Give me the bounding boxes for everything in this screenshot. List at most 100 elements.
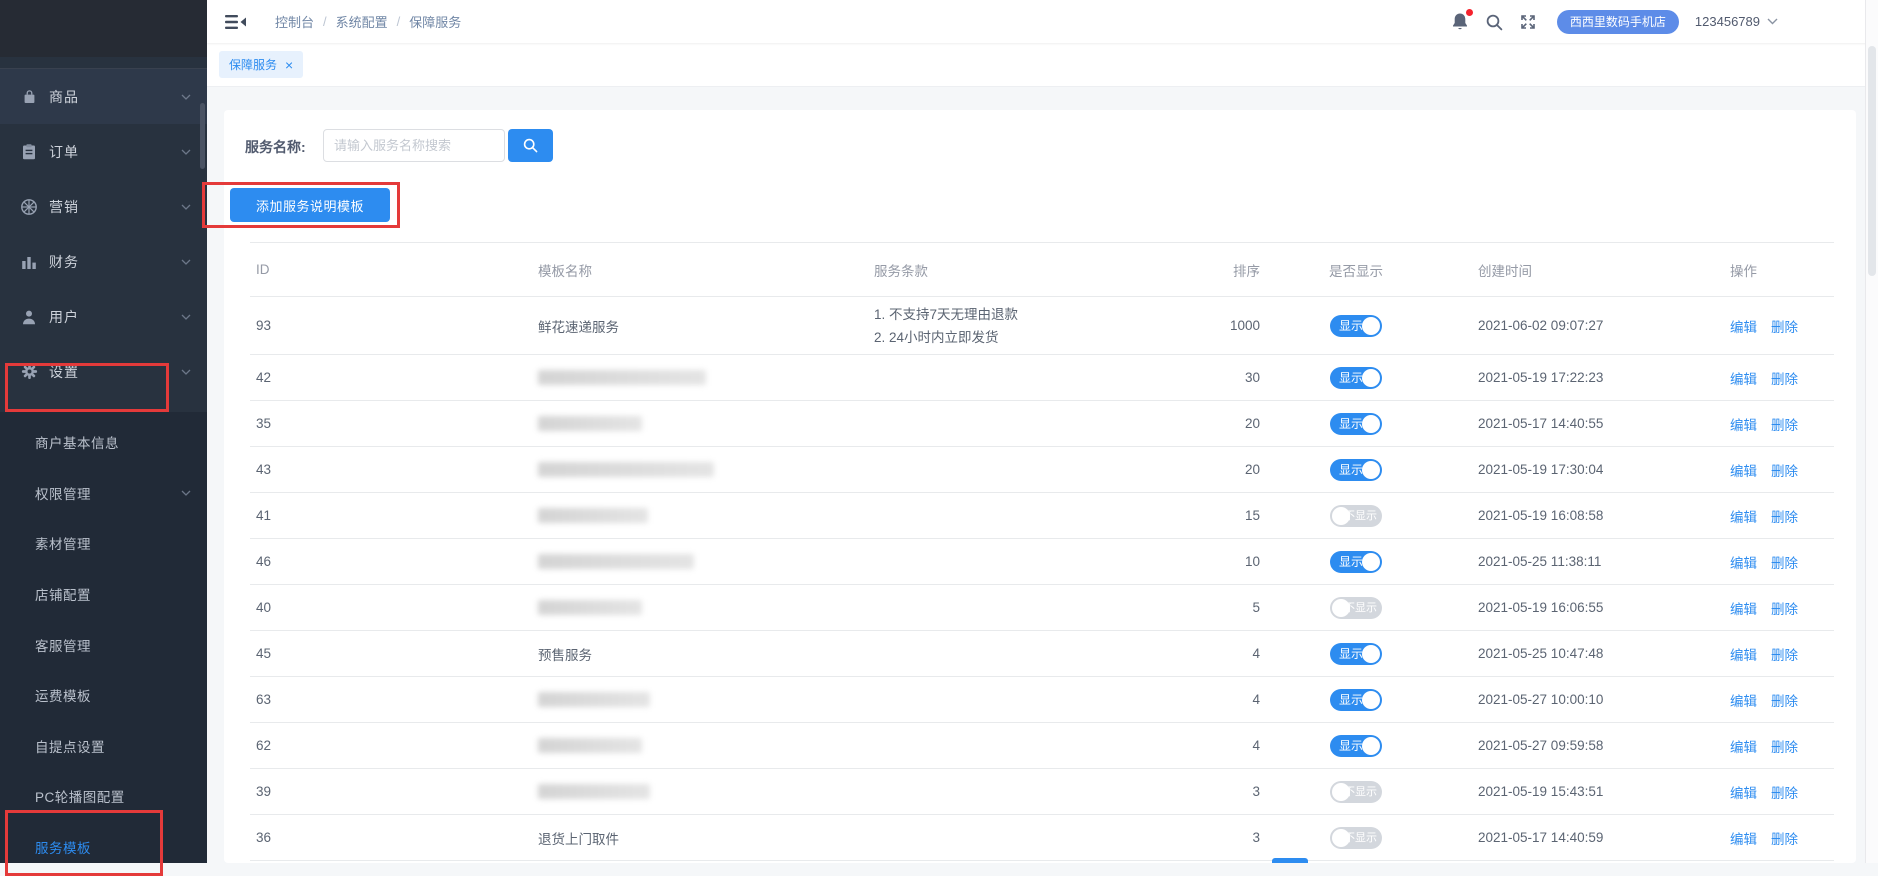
sidebar-item-goods[interactable]: 商品 <box>0 69 207 124</box>
account-menu[interactable]: 123456789 <box>1695 14 1778 29</box>
sidebar-submenu: 商户基本信息 权限管理 素材管理 店铺配置 客服管理 运费模板 自提点设置 PC轮播图配置 服务… <box>0 412 207 863</box>
sidebar-item-marketing[interactable]: 营销 <box>0 179 207 234</box>
sidebar-item-users[interactable]: 用户 <box>0 289 207 344</box>
cell-visibility: 显示 <box>1282 688 1430 711</box>
shop-name-badge[interactable]: 西西里数码手机店 <box>1556 9 1679 34</box>
column-header-5: 是否显示 <box>1329 263 1383 279</box>
edit-link[interactable]: 编辑 <box>1730 694 1757 709</box>
delete-link[interactable]: 删除 <box>1771 556 1798 571</box>
cell-created-time: 2021-05-17 14:40:55 <box>1478 416 1604 431</box>
visibility-toggle[interactable]: 显示 <box>1330 550 1382 573</box>
menu-collapse-icon[interactable] <box>225 14 247 30</box>
page-scrollbar[interactable] <box>1865 0 1878 863</box>
sidebar-subitem-customer-service[interactable]: 客服管理 <box>0 619 207 670</box>
table-row: 35 20 显示 2021-05-17 14:40:55 编辑 删除 <box>250 401 1834 447</box>
edit-link[interactable]: 编辑 <box>1730 786 1757 801</box>
search-button[interactable] <box>508 129 553 162</box>
column-header-2: 模板名称 <box>538 263 592 279</box>
delete-link[interactable]: 删除 <box>1771 510 1798 525</box>
delete-link[interactable]: 删除 <box>1771 786 1798 801</box>
cell-sort: 1000 <box>1229 318 1260 333</box>
visibility-toggle[interactable]: 不显示 <box>1330 596 1382 619</box>
chevron-down-icon <box>181 369 191 375</box>
search-icon[interactable] <box>1485 13 1503 31</box>
visibility-toggle[interactable]: 显示 <box>1330 366 1382 389</box>
sidebar-subitem-service-template[interactable]: 服务模板 <box>0 822 207 873</box>
edit-link[interactable]: 编辑 <box>1730 372 1757 387</box>
cell-visibility: 不显示 <box>1282 826 1430 849</box>
delete-link[interactable]: 删除 <box>1771 372 1798 387</box>
visibility-toggle[interactable]: 显示 <box>1330 314 1382 337</box>
redacted-name <box>538 416 642 432</box>
cell-visibility: 显示 <box>1282 550 1430 573</box>
breadcrumb-item[interactable]: 系统配置 <box>336 12 388 31</box>
visibility-toggle[interactable]: 显示 <box>1330 688 1382 711</box>
bag-icon <box>18 88 40 106</box>
sidebar-subitem-pc-carousel[interactable]: PC轮播图配置 <box>0 771 207 822</box>
visibility-toggle[interactable]: 不显示 <box>1330 826 1382 849</box>
breadcrumb-separator: / <box>396 14 401 29</box>
sidebar-subitem-permission[interactable]: 权限管理 <box>0 468 207 519</box>
page-scrollbar-thumb[interactable] <box>1868 46 1876 276</box>
delete-link[interactable]: 删除 <box>1771 694 1798 709</box>
sidebar-subitem-freight-template[interactable]: 运费模板 <box>0 670 207 721</box>
edit-link[interactable]: 编辑 <box>1730 556 1757 571</box>
sidebar-subitem-merchant-info[interactable]: 商户基本信息 <box>0 417 207 468</box>
edit-link[interactable]: 编辑 <box>1730 418 1757 433</box>
cell-created-time: 2021-05-19 16:06:55 <box>1478 600 1604 615</box>
visibility-toggle[interactable]: 不显示 <box>1330 504 1382 527</box>
sidebar-subitem-material[interactable]: 素材管理 <box>0 518 207 569</box>
bell-icon[interactable] <box>1451 9 1473 31</box>
sidebar-item-orders[interactable]: 订单 <box>0 124 207 179</box>
breadcrumb-item[interactable]: 保障服务 <box>409 12 461 31</box>
sidebar-subitem-pickup-point[interactable]: 自提点设置 <box>0 721 207 772</box>
delete-link[interactable]: 删除 <box>1771 648 1798 663</box>
breadcrumb-item[interactable]: 控制台 <box>275 12 314 31</box>
delete-link[interactable]: 删除 <box>1771 464 1798 479</box>
sidebar-item-finance[interactable]: 财务 <box>0 234 207 289</box>
service-template-table: ID 模板名称 服务条款 排序 是否显示 创建时间 操作 93 鲜花速递服务 1. 不支持7天无… <box>250 242 1834 861</box>
delete-link[interactable]: 删除 <box>1771 602 1798 617</box>
toggle-knob <box>1332 598 1350 617</box>
delete-link[interactable]: 删除 <box>1771 740 1798 755</box>
cell-id: 93 <box>256 318 272 333</box>
cell-created-time: 2021-05-19 15:43:51 <box>1478 784 1604 799</box>
sidebar-menu: 商品 订单 营销 财务 用户 设置 <box>0 68 207 399</box>
edit-link[interactable]: 编辑 <box>1730 648 1757 663</box>
edit-link[interactable]: 编辑 <box>1730 740 1757 755</box>
toggle-knob <box>1332 506 1350 525</box>
service-name-input[interactable] <box>323 129 505 162</box>
sidebar-subitem-label: 权限管理 <box>35 486 91 502</box>
sidebar-subitem-shop-config[interactable]: 店铺配置 <box>0 569 207 620</box>
sidebar-item-settings[interactable]: 设置 <box>0 344 207 399</box>
delete-link[interactable]: 删除 <box>1771 832 1798 847</box>
visibility-toggle[interactable]: 不显示 <box>1330 780 1382 803</box>
visibility-toggle[interactable]: 显示 <box>1330 412 1382 435</box>
redacted-name <box>538 600 642 616</box>
delete-link[interactable]: 删除 <box>1771 320 1798 335</box>
toggle-label: 显示 <box>1339 416 1364 431</box>
cell-visibility: 不显示 <box>1282 596 1430 619</box>
add-service-template-button[interactable]: 添加服务说明模板 <box>230 188 391 222</box>
cell-id: 39 <box>256 784 272 799</box>
cell-template-name <box>510 416 846 432</box>
edit-link[interactable]: 编辑 <box>1730 832 1757 847</box>
sidebar-scrollbar-thumb[interactable] <box>200 103 205 169</box>
sidebar: 商品 订单 营销 财务 用户 设置 商户基本信息权限管理素材管理 店铺配置 客服管理 运费模板自… <box>0 0 207 863</box>
cell-id: 41 <box>256 508 272 523</box>
fullscreen-icon[interactable] <box>1519 13 1537 31</box>
cell-id: 36 <box>256 830 272 845</box>
toggle-knob <box>1362 316 1380 335</box>
edit-link[interactable]: 编辑 <box>1730 464 1757 479</box>
edit-link[interactable]: 编辑 <box>1730 510 1757 525</box>
tab-guarantee-service[interactable]: 保障服务 × <box>219 51 304 78</box>
visibility-toggle[interactable]: 显示 <box>1330 642 1382 665</box>
visibility-toggle[interactable]: 显示 <box>1330 734 1382 757</box>
visibility-toggle[interactable]: 显示 <box>1330 458 1382 481</box>
tab-close-icon[interactable]: × <box>285 58 293 72</box>
edit-link[interactable]: 编辑 <box>1730 602 1757 617</box>
delete-link[interactable]: 删除 <box>1771 418 1798 433</box>
cell-visibility: 显示 <box>1282 366 1430 389</box>
edit-link[interactable]: 编辑 <box>1730 320 1757 335</box>
cell-sort: 10 <box>1244 554 1260 569</box>
